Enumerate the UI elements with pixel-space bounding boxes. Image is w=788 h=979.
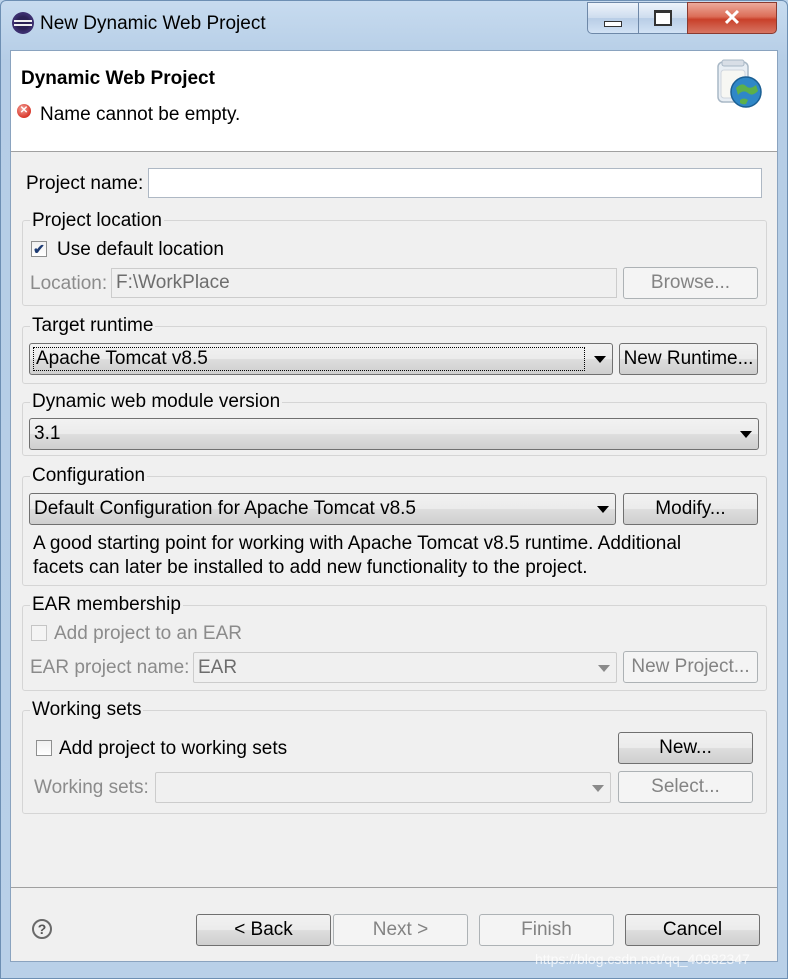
configuration-select[interactable]: Default Configuration for Apache Tomcat … bbox=[29, 493, 616, 525]
eclipse-app-icon bbox=[12, 12, 34, 34]
target-runtime-value: Apache Tomcat v8.5 bbox=[33, 347, 585, 371]
checkmark-icon: ✔ bbox=[33, 241, 45, 257]
finish-button[interactable]: Finish bbox=[479, 914, 614, 946]
chevron-down-icon bbox=[740, 431, 752, 438]
modify-button[interactable]: Modify... bbox=[623, 493, 758, 525]
new-runtime-button[interactable]: New Runtime... bbox=[619, 343, 758, 375]
select-working-sets-button[interactable]: Select... bbox=[618, 771, 753, 803]
module-version-select[interactable]: 3.1 bbox=[29, 418, 759, 450]
project-name-label: Project name: bbox=[26, 173, 144, 194]
module-version-value: 3.1 bbox=[34, 423, 61, 444]
ear-project-name-select[interactable]: EAR bbox=[193, 652, 617, 683]
location-label: Location: bbox=[30, 273, 108, 294]
error-icon: ✕ bbox=[17, 104, 31, 118]
configuration-description-line2: facets can later be installed to add new… bbox=[33, 557, 588, 578]
watermark-text: https://blog.csdn.net/qq_40982347 bbox=[535, 951, 750, 967]
chevron-down-icon bbox=[598, 664, 610, 672]
module-version-heading: Dynamic web module version bbox=[30, 391, 283, 413]
configuration-heading: Configuration bbox=[30, 465, 148, 487]
working-sets-label: Working sets: bbox=[34, 777, 149, 798]
close-button[interactable]: ✕ bbox=[687, 2, 777, 34]
back-button[interactable]: < Back bbox=[196, 914, 331, 946]
chevron-down-icon bbox=[597, 506, 609, 513]
page-title: Dynamic Web Project bbox=[21, 68, 215, 89]
ear-project-name-value: EAR bbox=[198, 656, 238, 678]
wizard-header bbox=[11, 51, 777, 152]
web-project-wizard-icon bbox=[717, 59, 762, 108]
maximize-button[interactable] bbox=[638, 2, 688, 34]
project-name-input[interactable] bbox=[148, 168, 762, 198]
chevron-down-icon bbox=[592, 784, 604, 792]
minimize-icon bbox=[604, 21, 622, 27]
chevron-down-icon bbox=[594, 356, 606, 363]
new-ear-project-button[interactable]: New Project... bbox=[623, 651, 758, 683]
browse-button[interactable]: Browse... bbox=[623, 267, 758, 299]
add-to-ear-checkbox[interactable] bbox=[31, 625, 47, 641]
next-button[interactable]: Next > bbox=[333, 914, 468, 946]
add-to-working-sets-label: Add project to working sets bbox=[59, 738, 288, 759]
ear-membership-heading: EAR membership bbox=[30, 594, 183, 616]
cancel-button[interactable]: Cancel bbox=[625, 914, 760, 946]
use-default-location-checkbox[interactable]: ✔ bbox=[31, 241, 47, 257]
window-title: New Dynamic Web Project bbox=[40, 13, 266, 34]
configuration-description-line1: A good starting point for working with A… bbox=[33, 533, 682, 554]
add-to-ear-label: Add project to an EAR bbox=[54, 623, 242, 644]
close-icon: ✕ bbox=[722, 5, 742, 30]
target-runtime-select[interactable]: Apache Tomcat v8.5 bbox=[29, 343, 613, 375]
minimize-button[interactable] bbox=[587, 2, 639, 34]
error-message: Name cannot be empty. bbox=[40, 104, 241, 125]
help-icon[interactable]: ? bbox=[32, 919, 52, 939]
target-runtime-heading: Target runtime bbox=[30, 315, 156, 337]
configuration-value: Default Configuration for Apache Tomcat … bbox=[34, 498, 416, 519]
ear-project-name-label: EAR project name: bbox=[30, 657, 190, 678]
new-working-set-button[interactable]: New... bbox=[618, 732, 753, 764]
working-sets-heading: Working sets bbox=[30, 699, 144, 721]
location-input[interactable]: F:\WorkPlace bbox=[111, 268, 617, 298]
project-location-heading: Project location bbox=[30, 210, 164, 232]
add-to-working-sets-checkbox[interactable] bbox=[36, 740, 52, 756]
use-default-location-label: Use default location bbox=[57, 239, 224, 260]
maximize-icon bbox=[654, 10, 672, 26]
working-sets-select[interactable] bbox=[155, 772, 611, 803]
footer-separator bbox=[11, 887, 777, 888]
